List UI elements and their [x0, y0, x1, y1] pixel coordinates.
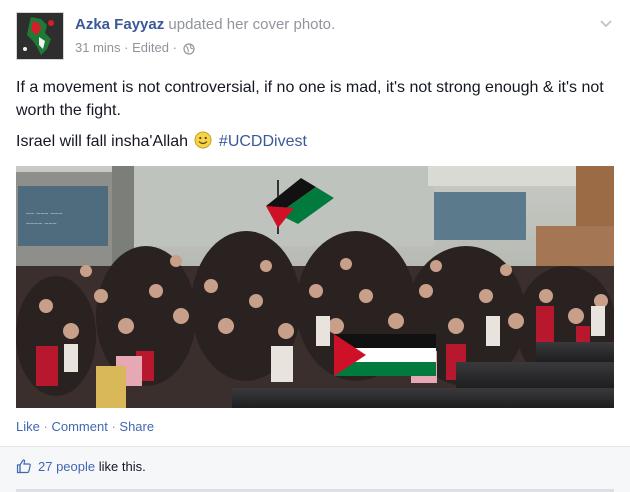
edited-label[interactable]: Edited — [132, 40, 169, 55]
globe-icon[interactable] — [182, 42, 195, 55]
share-link[interactable]: Share — [119, 419, 154, 434]
post-action-text: updated her cover photo. — [168, 16, 336, 33]
svg-text:~~ ~~~ ~~~: ~~ ~~~ ~~~ — [26, 211, 63, 218]
facebook-post: Azka Fayyaz updated her cover photo. 31 … — [0, 0, 630, 492]
post-header: Azka Fayyaz updated her cover photo. — [75, 16, 335, 33]
hashtag-link[interactable]: #UCDDivest — [219, 133, 307, 150]
likes-suffix: like this. — [98, 459, 146, 474]
likes-count-text: 27 people like this. — [38, 459, 146, 474]
author-name[interactable]: Azka Fayyaz — [75, 16, 164, 33]
flag-bottom — [334, 334, 436, 376]
cover-photo[interactable]: ~~ ~~~ ~~~ ~~~~ ~~~ — [16, 166, 614, 408]
avatar-image — [17, 13, 63, 59]
post-meta: 31 mins · Edited · — [75, 40, 195, 55]
like-link[interactable]: Like — [16, 419, 40, 434]
action-separator: · — [111, 419, 116, 434]
svg-text:~~~~ ~~~: ~~~~ ~~~ — [26, 221, 57, 228]
meta-separator: · — [124, 40, 129, 55]
chevron-down-icon[interactable] — [596, 14, 616, 34]
smiley-icon — [194, 131, 212, 149]
thumbs-up-icon — [16, 459, 31, 474]
action-separator: · — [43, 419, 48, 434]
likes-count-link[interactable]: 27 people — [38, 459, 95, 474]
post-text-line: Israel will fall insha'Allah — [16, 133, 189, 150]
post-text-paragraph-2: Israel will fall insha'Allah #UCDDivest — [16, 130, 307, 153]
comment-link[interactable]: Comment — [51, 419, 107, 434]
lecture-hall-photo: ~~ ~~~ ~~~ ~~~~ ~~~ — [16, 166, 614, 408]
avatar[interactable] — [16, 12, 64, 60]
likes-summary: 27 people like this. — [0, 447, 630, 492]
timestamp[interactable]: 31 mins — [75, 40, 121, 55]
post-text-paragraph-1: If a movement is not controversial, if n… — [16, 79, 604, 119]
meta-separator: · — [172, 40, 177, 55]
post-actions: Like · Comment · Share — [16, 419, 154, 434]
